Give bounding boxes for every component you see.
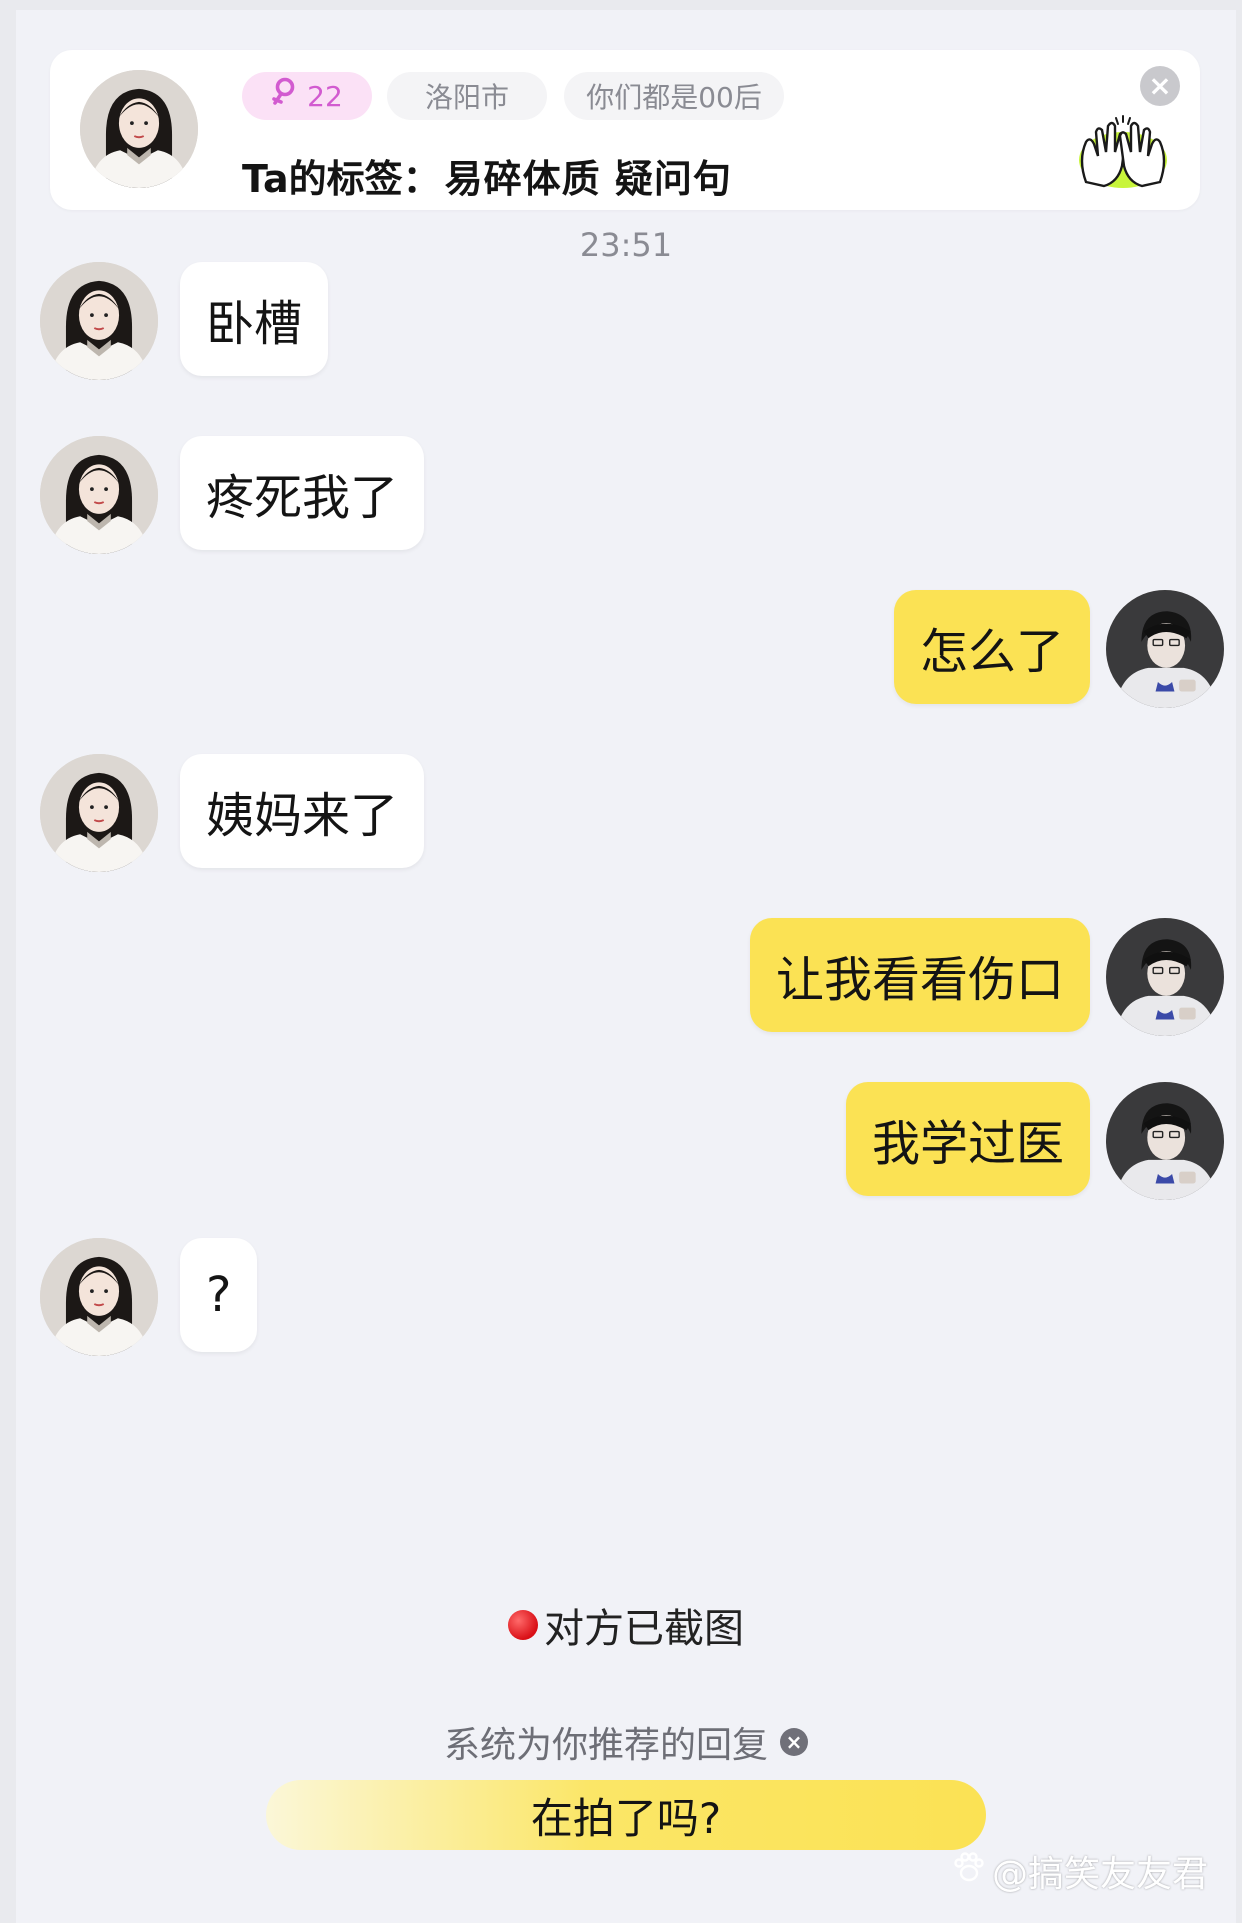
message-row: 卧槽 [16,262,1236,380]
message-bubble[interactable]: 卧槽 [180,262,329,376]
message-bubble[interactable]: 姨妈来了 [180,754,425,868]
chat-screen: 22 洛阳市 你们都是00后 Ta的标签： 易碎体质 疑问句 × 23:51 卧槽… [16,10,1236,1923]
message-bubble[interactable]: 我学过医 [845,1082,1090,1196]
message-bubble[interactable]: 疼死我了 [180,436,425,550]
message-row: ? [16,1238,1236,1356]
common-chip: 你们都是00后 [564,72,784,120]
message-row: 让我看看伤口 [16,918,1236,1036]
message-bubble[interactable]: 让我看看伤口 [749,918,1090,1032]
close-icon[interactable]: × [1140,66,1180,106]
match-avatar[interactable] [80,70,198,188]
tag-label: Ta的标签： [242,157,441,201]
match-avatar[interactable] [40,262,158,380]
my-avatar[interactable] [1106,590,1224,708]
screenshot-notice-text: 对方已截图 [544,1606,744,1652]
watermark-text: @搞笑友友君 [991,1854,1208,1895]
message-row: 怎么了 [16,590,1236,708]
match-avatar[interactable] [40,1238,158,1356]
tag-values: 易碎体质 疑问句 [444,157,732,201]
profile-card[interactable]: 22 洛阳市 你们都是00后 Ta的标签： 易碎体质 疑问句 × [50,50,1200,210]
high-five-icon[interactable] [1068,112,1178,192]
age-chip: 22 [242,72,372,120]
message-bubble[interactable]: 怎么了 [893,590,1090,704]
screenshot-notice: 对方已截图 [16,1596,1236,1654]
chat-timestamp: 23:51 [579,226,673,264]
match-avatar[interactable] [40,754,158,872]
paw-icon [952,1851,986,1892]
my-avatar[interactable] [1106,1082,1224,1200]
message-row: 疼死我了 [16,436,1236,554]
age-value: 22 [307,79,343,113]
watermark: @搞笑友友君 [952,1845,1208,1897]
city-chip: 洛阳市 [387,72,547,120]
red-dot-icon [508,1610,538,1640]
tag-line: Ta的标签： 易碎体质 疑问句 [242,148,732,203]
suggested-reply-header: 系统为你推荐的回复 × [16,1716,1236,1768]
my-avatar[interactable] [1106,918,1224,1036]
suggested-reply-title: 系统为你推荐的回复 [443,1725,768,1766]
close-icon[interactable]: × [780,1728,808,1756]
message-bubble[interactable]: ? [180,1238,258,1352]
message-row: 姨妈来了 [16,754,1236,872]
suggested-reply-button[interactable]: 在拍了吗? [266,1780,986,1850]
message-row: 我学过医 [16,1082,1236,1200]
match-avatar[interactable] [40,436,158,554]
suggested-reply-text: 在拍了吗? [530,1793,722,1843]
female-icon [271,77,297,116]
